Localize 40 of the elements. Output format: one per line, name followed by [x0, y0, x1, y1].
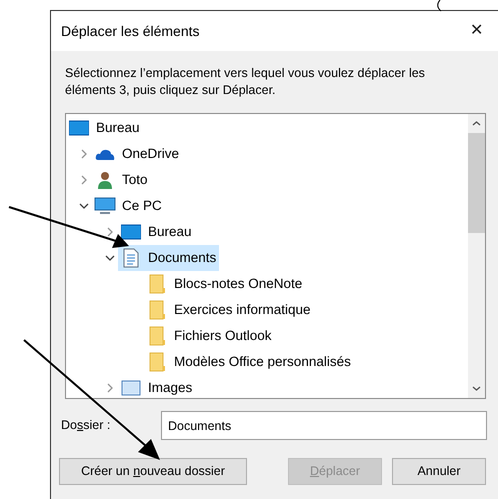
window-title: Déplacer les éléments [61, 22, 200, 41]
chevron-right-icon[interactable] [81, 175, 87, 185]
annotation-line [434, 0, 442, 12]
close-button[interactable]: ✕ [470, 23, 483, 39]
pictures-icon [121, 380, 141, 396]
monitor-icon [121, 224, 141, 240]
tree-item[interactable]: Bureau [66, 115, 143, 141]
dialog-button[interactable]: Créer un nouveau dossier [59, 458, 247, 485]
scrollbar[interactable] [468, 114, 485, 398]
folder-icon [148, 352, 166, 372]
chevron-down-icon[interactable] [105, 255, 115, 261]
tree-item[interactable]: Modèles Office personnalisés [144, 349, 354, 375]
tree-item[interactable]: Exercices informatique [144, 297, 314, 323]
computer-icon [94, 197, 116, 215]
user-icon [97, 171, 113, 189]
cloud-icon [95, 148, 115, 160]
folder-input[interactable]: Documents [161, 411, 487, 440]
tree-item[interactable]: Bureau [118, 219, 195, 245]
folder-icon [148, 326, 166, 346]
chevron-down-icon[interactable] [79, 203, 89, 209]
tree-item[interactable]: Blocs-notes OneNote [144, 271, 306, 297]
folder-icon [148, 274, 166, 294]
scrollbar-thumb[interactable] [468, 133, 485, 233]
folder-icon [148, 300, 166, 320]
tree-item[interactable]: Images [118, 375, 196, 398]
tree-item[interactable]: Ce PC [92, 193, 165, 219]
tree-item[interactable]: OneDrive [92, 141, 182, 167]
document-icon [123, 248, 139, 268]
chevron-right-icon[interactable] [81, 149, 87, 159]
instruction-text: Sélectionnez l’emplacement vers lequel vous voulez déplacer les éléments 3, puis cliquez sur Déplacer. [65, 65, 426, 99]
tree-item[interactable]: Documents [118, 245, 220, 271]
scroll-down-icon[interactable] [472, 386, 481, 391]
chevron-right-icon[interactable] [107, 383, 113, 393]
tree-item[interactable]: Fichiers Outlook [144, 323, 275, 349]
chevron-right-icon[interactable] [107, 227, 113, 237]
scroll-up-icon[interactable] [472, 121, 481, 126]
dialog-button[interactable]: Annuler [392, 458, 486, 485]
tree-item[interactable]: Toto [92, 167, 151, 193]
folder-label: Dossier : [61, 417, 112, 434]
monitor-icon [69, 120, 89, 136]
